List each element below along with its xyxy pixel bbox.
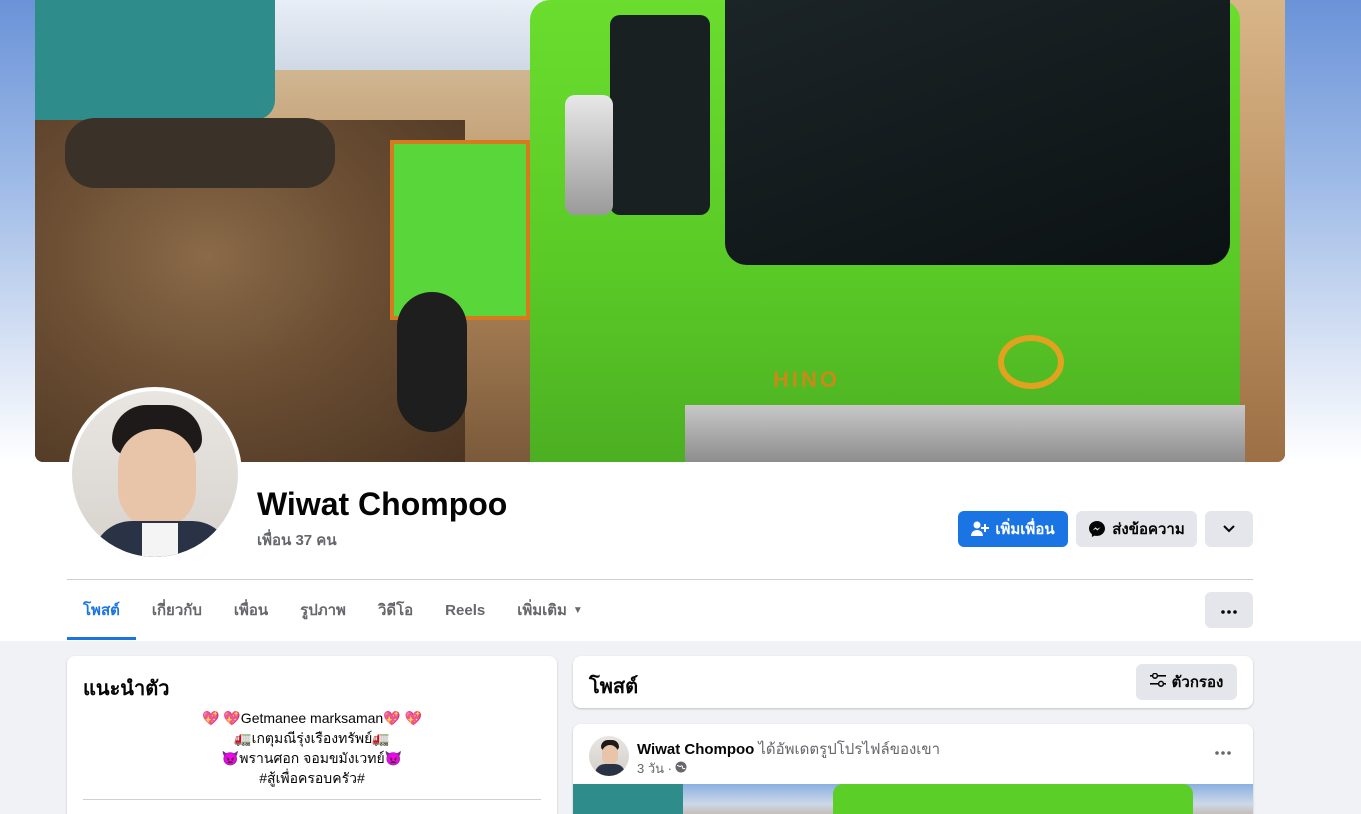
message-button[interactable]: ส่งข้อความ (1076, 511, 1197, 547)
tabs-more-button[interactable] (1205, 592, 1253, 628)
messenger-icon (1088, 520, 1106, 538)
add-friend-label: เพิ่มเพื่อน (995, 521, 1055, 538)
profile-name: Wiwat Chompoo (257, 486, 508, 522)
profile-dropdown-button[interactable] (1205, 511, 1253, 547)
tab-videos[interactable]: วิดีโอ (362, 580, 429, 640)
tab-about[interactable]: เกี่ยวกับ (136, 580, 218, 640)
intro-title: แนะนำตัว (83, 678, 170, 700)
post-card: Wiwat Chompoo ได้อัพเดตรูปโปรไฟล์ของเขา 3… (573, 724, 1253, 814)
bio-text: 💖 💖Getmanee marksaman💖 💖 🚛เกตุมณีรุ่งเรื… (67, 708, 557, 788)
message-label: ส่งข้อความ (1112, 521, 1185, 538)
intro-divider (83, 799, 541, 800)
person-plus-icon (971, 521, 990, 537)
bio-line: 👿พรานศอก จอมขมังเวทย์👿 (221, 750, 403, 766)
add-friend-button[interactable]: เพิ่มเพื่อน (958, 511, 1068, 547)
cover-truck-brand: HINO (773, 367, 840, 392)
more-horizontal-icon (1221, 601, 1237, 619)
post-author[interactable]: Wiwat Chompoo (637, 741, 754, 758)
truck-logo (998, 335, 1064, 389)
globe-icon (675, 761, 687, 776)
filter-label: ตัวกรอง (1171, 674, 1224, 691)
profile-tabs: โพสต์ เกี่ยวกับ เพื่อน รูปภาพ วิดีโอ Ree… (67, 580, 599, 640)
tab-photos[interactable]: รูปภาพ (284, 580, 362, 640)
post-options-button[interactable] (1215, 742, 1231, 760)
tab-posts[interactable]: โพสต์ (67, 580, 136, 640)
post-image[interactable] (573, 784, 1253, 814)
cover-photo[interactable]: HINO (35, 0, 1285, 462)
post-author-avatar[interactable] (589, 736, 629, 776)
tab-friends[interactable]: เพื่อน (218, 580, 284, 640)
posts-header-card: โพสต์ ตัวกรอง (573, 656, 1253, 708)
post-action-text: ได้อัพเดตรูปโปรไฟล์ของเขา (758, 741, 941, 758)
profile-header: HINO Wiwat Chompoo เพื่อน 37 คน เพิ่มเพื… (0, 0, 1361, 641)
caret-down-icon: ▼ (572, 604, 583, 616)
excavator-shape (35, 0, 275, 120)
friend-count[interactable]: เพื่อน 37 คน (257, 528, 337, 552)
filter-button[interactable]: ตัวกรอง (1136, 664, 1237, 700)
post-meta: 3 วัน · (637, 758, 687, 779)
intro-card: แนะนำตัว 💖 💖Getmanee marksaman💖 💖 🚛เกตุม… (67, 656, 557, 814)
post-timestamp[interactable]: 3 วัน · (637, 758, 672, 779)
bio-line: #สู้เพื่อครอบครัว# (259, 770, 365, 786)
tab-more[interactable]: เพิ่มเติม ▼ (501, 580, 599, 640)
bio-line: 💖 💖Getmanee marksaman💖 💖 (202, 710, 422, 726)
filter-sliders-icon (1149, 672, 1166, 691)
more-horizontal-icon (1215, 742, 1231, 759)
bio-line: 🚛เกตุมณีรุ่งเรืองทรัพย์🚛 (234, 730, 390, 746)
chevron-down-icon (1223, 525, 1235, 533)
profile-avatar[interactable] (68, 387, 242, 561)
posts-title: โพสต์ (589, 676, 639, 698)
tab-reels[interactable]: Reels (429, 580, 501, 640)
